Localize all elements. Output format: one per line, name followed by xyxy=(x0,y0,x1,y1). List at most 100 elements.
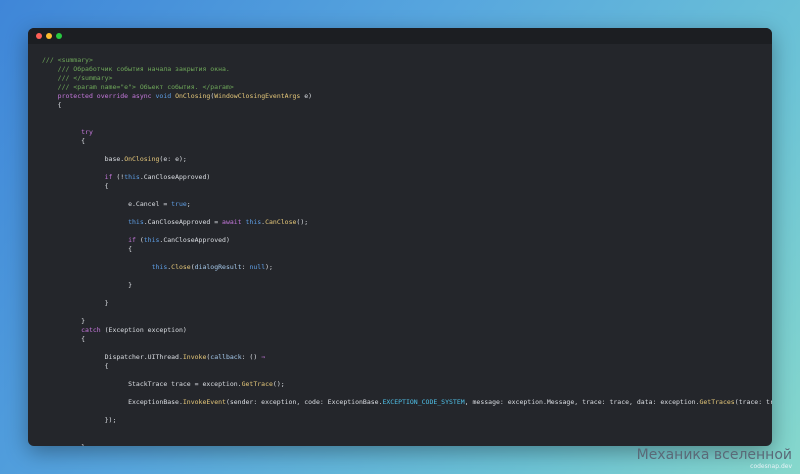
code-token: catch xyxy=(42,326,105,334)
code-token: await xyxy=(222,218,246,226)
code-token: { xyxy=(42,362,109,370)
code-token: } xyxy=(42,443,85,446)
code-token: { xyxy=(42,137,86,145)
code-token: .CanCloseApproved = xyxy=(143,218,223,226)
watermark-text: Механика вселенной xyxy=(636,447,792,463)
code-token: ); xyxy=(265,263,273,271)
code-token: GetTraces xyxy=(699,398,735,406)
code-token: if xyxy=(42,173,117,181)
code-line: if (!this.CanCloseApproved) xyxy=(42,173,766,182)
code-token: { xyxy=(42,101,62,109)
code-token: { xyxy=(42,335,86,343)
code-token: , message: exception.Message, trace: tra… xyxy=(464,398,700,406)
code-line: { xyxy=(42,101,766,110)
code-token: Dispatcher.UIThread. xyxy=(42,353,183,361)
code-token: .CanCloseApproved) xyxy=(139,173,211,181)
code-token: (! xyxy=(116,173,125,181)
code-line: base.OnClosing(e: e); xyxy=(42,155,766,164)
code-line: { xyxy=(42,335,766,344)
code-line: } xyxy=(42,299,766,308)
code-token: callback xyxy=(210,353,242,361)
code-token: }); xyxy=(42,416,117,424)
code-line: e.Cancel = true; xyxy=(42,200,766,209)
code-line: protected override async void OnClosing(… xyxy=(42,92,766,101)
code-line: }); xyxy=(42,416,766,425)
code-line: if (this.CanCloseApproved) xyxy=(42,236,766,245)
code-token: ⇒ xyxy=(261,353,266,361)
brand-text: codesnap.dev xyxy=(750,463,792,470)
code-line: { xyxy=(42,182,766,191)
code-token: /// Обработчик события начала закрытия о… xyxy=(42,65,230,73)
code-line: /// Обработчик события начала закрытия о… xyxy=(42,65,766,74)
code-token: /// </summary> xyxy=(42,74,113,82)
code-token: this xyxy=(245,218,262,226)
code-token: (trace: trace)); xyxy=(734,398,772,406)
code-token: } xyxy=(42,317,86,325)
code-token: ExceptionBase. xyxy=(42,398,183,406)
code-line: this.CanCloseApproved = await this.CanCl… xyxy=(42,218,766,227)
code-line: { xyxy=(42,362,766,371)
code-token: try xyxy=(42,128,93,136)
code-line: } xyxy=(42,317,766,326)
code-token: e.Cancel = xyxy=(42,200,172,208)
code-token: /// <summary> xyxy=(42,56,93,64)
code-token: protected override async xyxy=(42,92,156,100)
code-line: /// <param name="e"> Объект события. </p… xyxy=(42,83,766,92)
code-line: this.Close(dialogResult: null); xyxy=(42,263,766,272)
code-line: } xyxy=(42,281,766,290)
code-line: try xyxy=(42,128,766,137)
code-token: WindowClosingEventArgs xyxy=(214,92,305,100)
code-token: (Exception exception) xyxy=(104,326,187,334)
code-token: if xyxy=(42,236,140,244)
code-line: StackTrace trace = exception.GetTrace(); xyxy=(42,380,766,389)
code-token: OnClosing xyxy=(124,155,160,163)
maximize-dot-icon[interactable] xyxy=(56,33,62,39)
code-token: e) xyxy=(304,92,313,100)
code-token: ; xyxy=(186,200,191,208)
code-token: EXCEPTION_CODE_SYSTEM xyxy=(382,398,465,406)
code-line: ExceptionBase.InvokeEvent(sender: except… xyxy=(42,398,772,407)
code-token: OnClosing xyxy=(175,92,211,100)
code-token: GetTrace xyxy=(241,380,273,388)
code-token: (e: e); xyxy=(159,155,187,163)
code-token: /// <param name="e"> Объект события. </p… xyxy=(42,83,234,91)
code-token: CanClose xyxy=(265,218,297,226)
code-token: true xyxy=(171,200,187,208)
code-line: Dispatcher.UIThread.Invoke(callback: () … xyxy=(42,353,766,362)
minimize-dot-icon[interactable] xyxy=(46,33,52,39)
code-line: catch (Exception exception) xyxy=(42,326,766,335)
code-token: Close xyxy=(171,263,191,271)
code-line: } xyxy=(42,443,766,446)
code-token: StackTrace trace = exception. xyxy=(42,380,242,388)
code-token: this xyxy=(143,236,160,244)
code-token: base. xyxy=(42,155,125,163)
code-token: : () xyxy=(241,353,262,361)
code-token: null xyxy=(249,263,266,271)
window-titlebar xyxy=(28,28,772,44)
close-dot-icon[interactable] xyxy=(36,33,42,39)
code-token: this xyxy=(124,173,140,181)
code-token: dialogResult xyxy=(194,263,242,271)
code-token: this xyxy=(42,218,144,226)
code-token: void xyxy=(155,92,176,100)
code-token: { xyxy=(42,182,109,190)
code-token: this xyxy=(42,263,168,271)
code-line: { xyxy=(42,245,766,254)
code-token: (sender: exception, code: ExceptionBase. xyxy=(225,398,383,406)
